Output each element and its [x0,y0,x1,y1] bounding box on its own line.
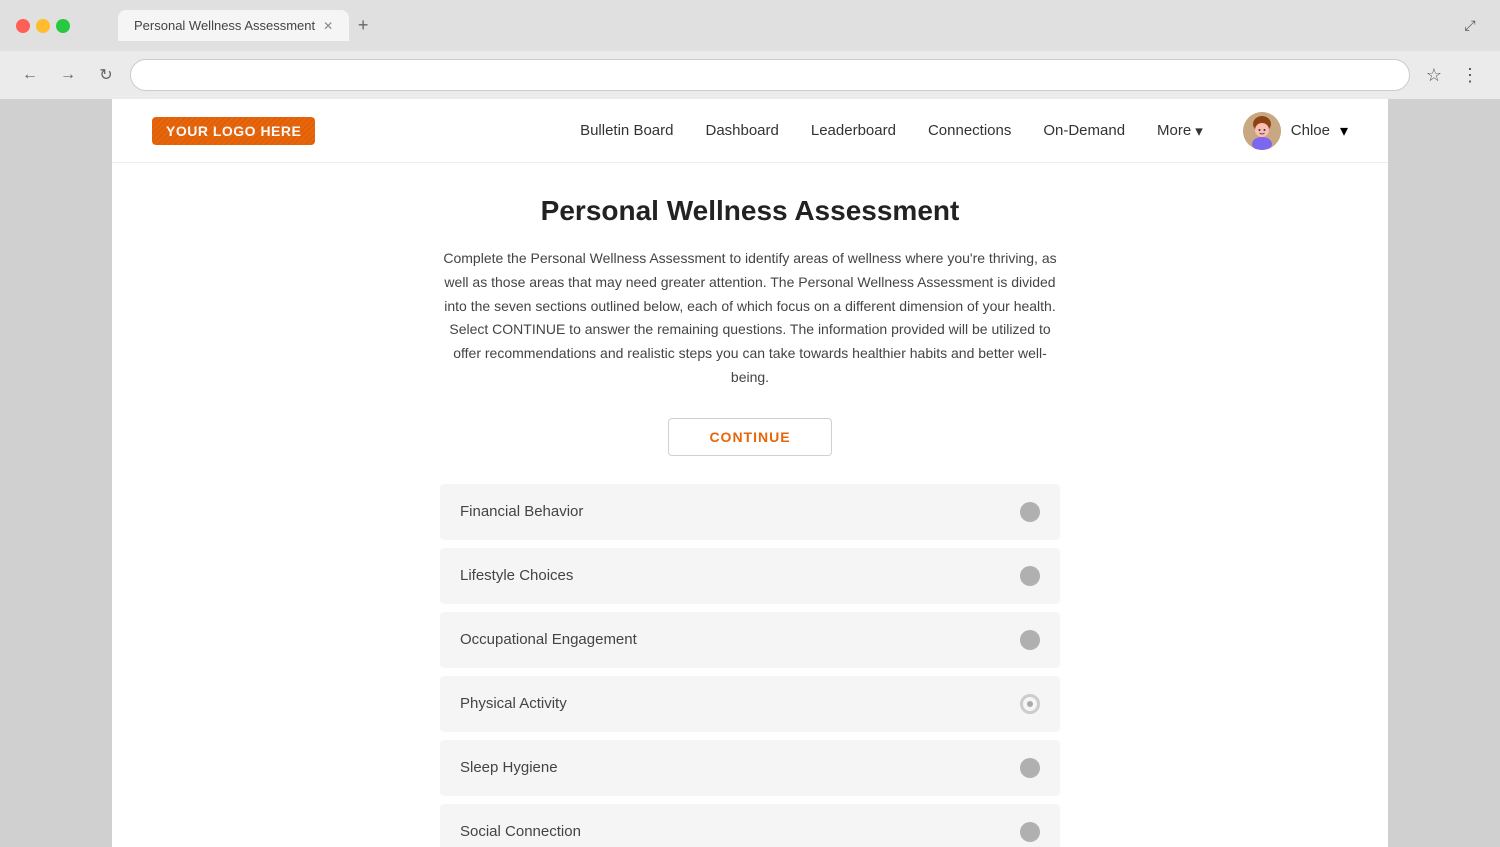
address-bar[interactable] [130,59,1410,91]
menu-icon[interactable]: ⋮ [1456,61,1484,89]
section-status-indicator [1020,758,1040,778]
browser-toolbar: ← → ↻ ☆ ⋮ [0,51,1500,99]
section-lifestyle-choices[interactable]: Lifestyle Choices [440,548,1060,604]
toolbar-actions: ☆ ⋮ [1420,61,1484,89]
refresh-button[interactable]: ↻ [92,61,120,89]
user-area[interactable]: Chloe ▾ [1243,112,1348,150]
maximize-window-button[interactable] [56,19,70,33]
section-label: Physical Activity [460,695,567,712]
nav-bulletin-board[interactable]: Bulletin Board [580,122,673,139]
nav-connections[interactable]: Connections [928,122,1011,139]
bookmark-icon[interactable]: ☆ [1420,61,1448,89]
continue-btn-wrap: CONTINUE [440,418,1060,456]
user-dropdown-icon: ▾ [1340,121,1348,141]
new-tab-button[interactable]: + [349,12,377,40]
section-physical-activity[interactable]: Physical Activity [440,676,1060,732]
browser-tab[interactable]: Personal Wellness Assessment ✕ [118,10,349,41]
section-sleep-hygiene[interactable]: Sleep Hygiene [440,740,1060,796]
section-label: Lifestyle Choices [460,567,573,584]
section-status-indicator [1020,566,1040,586]
nav-dashboard[interactable]: Dashboard [705,122,778,139]
section-status-indicator [1020,630,1040,650]
section-social-connection[interactable]: Social Connection [440,804,1060,847]
continue-button[interactable]: CONTINUE [668,418,831,456]
nav-on-demand[interactable]: On-Demand [1043,122,1125,139]
section-list: Financial Behavior Lifestyle Choices Occ… [440,484,1060,847]
nav-leaderboard[interactable]: Leaderboard [811,122,896,139]
section-label: Social Connection [460,823,581,840]
tab-title: Personal Wellness Assessment [134,18,315,33]
app-nav: YOUR LOGO HERE Bulletin Board Dashboard … [112,99,1388,163]
section-status-indicator [1020,822,1040,842]
page-content: Personal Wellness Assessment Complete th… [400,163,1100,847]
page-title: Personal Wellness Assessment [440,195,1060,227]
chevron-down-icon: ▾ [1195,122,1203,140]
browser-chrome: Personal Wellness Assessment ✕ + ⤢ ← → ↻… [0,0,1500,99]
forward-button[interactable]: → [54,61,82,89]
browser-titlebar: Personal Wellness Assessment ✕ + ⤢ [0,0,1500,51]
traffic-lights [16,19,70,33]
section-status-indicator-active [1020,694,1040,714]
page-description: Complete the Personal Wellness Assessmen… [440,247,1060,390]
section-financial-behavior[interactable]: Financial Behavior [440,484,1060,540]
user-name: Chloe [1291,122,1330,139]
logo: YOUR LOGO HERE [152,117,315,145]
expand-icon[interactable]: ⤢ [1456,12,1484,40]
section-occupational-engagement[interactable]: Occupational Engagement [440,612,1060,668]
tab-close-button[interactable]: ✕ [323,19,333,33]
nav-links: Bulletin Board Dashboard Leaderboard Con… [580,122,1203,140]
section-label: Occupational Engagement [460,631,637,648]
back-button[interactable]: ← [16,61,44,89]
section-label: Financial Behavior [460,503,583,520]
section-status-indicator [1020,502,1040,522]
section-label: Sleep Hygiene [460,759,558,776]
avatar [1243,112,1281,150]
minimize-window-button[interactable] [36,19,50,33]
close-window-button[interactable] [16,19,30,33]
app-window: YOUR LOGO HERE Bulletin Board Dashboard … [112,99,1388,847]
logo-area: YOUR LOGO HERE [152,117,315,145]
nav-more[interactable]: More ▾ [1157,122,1203,140]
